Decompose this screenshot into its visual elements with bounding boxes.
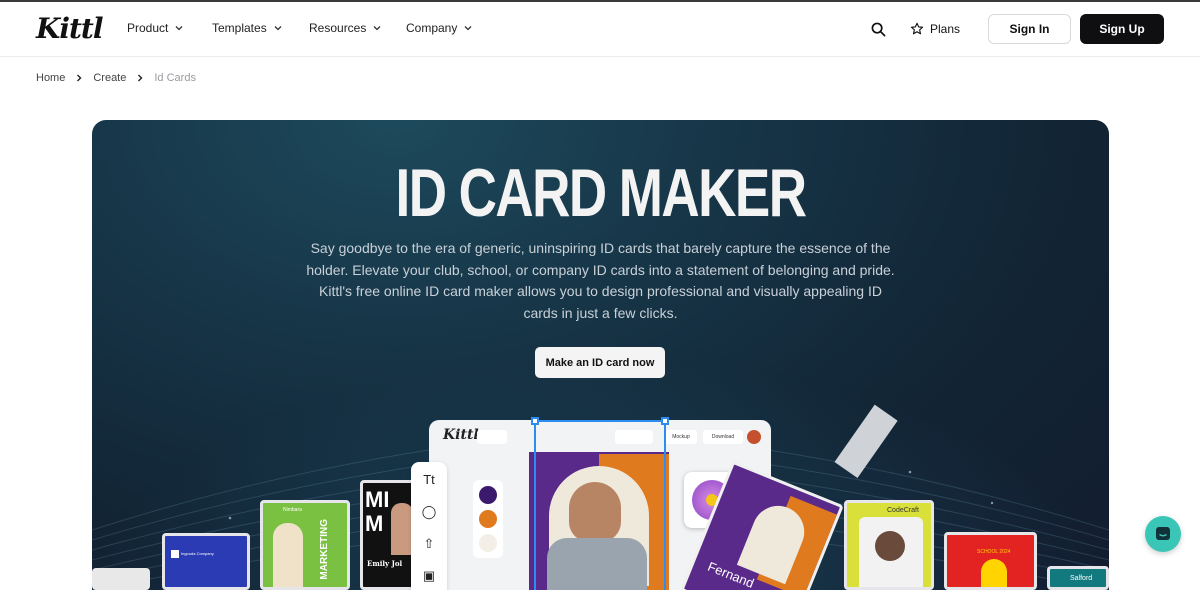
nav-resources-label: Resources	[309, 21, 367, 35]
nav-company-label: Company	[406, 21, 458, 35]
editor-tools-group	[477, 430, 507, 444]
image-tool-icon[interactable]: ▣	[421, 568, 437, 584]
nav-product-label: Product	[127, 21, 169, 35]
card-brand-label: Nimbara	[283, 507, 302, 513]
search-icon	[872, 22, 886, 36]
editor-side-toolbar: Tt ◯ ⇧ ▣	[411, 462, 447, 590]
breadcrumb-create[interactable]: Create	[93, 72, 126, 84]
download-button[interactable]: Download	[703, 430, 743, 444]
chevron-down-icon	[274, 26, 282, 31]
card-label: Salford	[1070, 575, 1093, 582]
chat-icon	[1156, 527, 1170, 540]
chat-support-button[interactable]	[1145, 516, 1181, 552]
star-icon	[910, 22, 924, 35]
resize-handle[interactable]	[661, 417, 669, 425]
chevron-down-icon	[373, 26, 381, 31]
template-card-nimbara[interactable]: Nimbara MARKETING	[260, 500, 350, 590]
avatar	[747, 430, 761, 444]
search-button[interactable]	[868, 18, 890, 40]
card-person-name: Emily Jol	[367, 559, 403, 568]
make-id-card-button[interactable]: Make an ID card now	[535, 347, 665, 378]
hero-banner: ID CARD MAKER Say goodbye to the era of …	[92, 120, 1109, 590]
template-card-school[interactable]: SCHOOL 2024	[944, 532, 1037, 590]
template-card-emily[interactable]: MI M Emily Jol	[360, 480, 416, 590]
swatch-orange[interactable]	[479, 510, 497, 528]
card-label: SCHOOL 2024	[977, 549, 1011, 555]
card-poster-text: MARKETING	[319, 519, 330, 580]
template-card-thumbnail[interactable]: Ingouda Company	[162, 533, 250, 590]
breadcrumb-current: Id Cards	[154, 72, 196, 84]
template-card-codecraft[interactable]: CodeCraft	[844, 500, 934, 590]
plans-link[interactable]: Plans	[910, 22, 960, 36]
nav-templates[interactable]: Templates	[212, 21, 283, 35]
selection-frame[interactable]	[531, 417, 669, 590]
swatch-cream[interactable]	[479, 534, 497, 552]
plans-label: Plans	[929, 22, 960, 36]
hero-title: ID CARD MAKER	[395, 155, 807, 231]
sign-in-button[interactable]: Sign In	[988, 14, 1071, 44]
chevron-down-icon	[175, 26, 183, 31]
breadcrumb-home[interactable]: Home	[36, 72, 65, 84]
hero-description: Say goodbye to the era of generic, unins…	[306, 240, 895, 321]
nav-actions: Plans Sign In Sign Up	[868, 14, 1164, 44]
text-tool-icon[interactable]: Tt	[421, 472, 437, 488]
nav-templates-label: Templates	[212, 21, 267, 35]
chevron-right-icon	[138, 74, 143, 82]
chevron-right-icon	[77, 74, 82, 82]
nav-resources[interactable]: Resources	[309, 21, 382, 35]
sign-up-button[interactable]: Sign Up	[1080, 14, 1164, 44]
template-card-salford[interactable]: Salford	[1047, 566, 1109, 590]
resize-handle[interactable]	[531, 417, 539, 425]
swatch-purple[interactable]	[479, 486, 497, 504]
breadcrumb: Home Create Id Cards	[36, 72, 196, 84]
editor-logo: Kittl	[443, 427, 479, 443]
mockup-button[interactable]: Mockup	[665, 430, 697, 444]
card-label: CodeCraft	[887, 507, 919, 514]
nav-company[interactable]: Company	[406, 21, 473, 35]
color-swatches	[473, 480, 503, 558]
nav-product[interactable]: Product	[127, 21, 184, 35]
top-navbar: Kittl Product Templates Resources Compan…	[0, 0, 1200, 57]
chevron-down-icon	[464, 26, 472, 31]
upload-tool-icon[interactable]: ⇧	[421, 536, 437, 552]
template-card-thumbnail[interactable]	[92, 568, 150, 590]
shapes-tool-icon[interactable]: ◯	[421, 504, 437, 520]
kittl-logo[interactable]: Kittl	[36, 12, 103, 45]
